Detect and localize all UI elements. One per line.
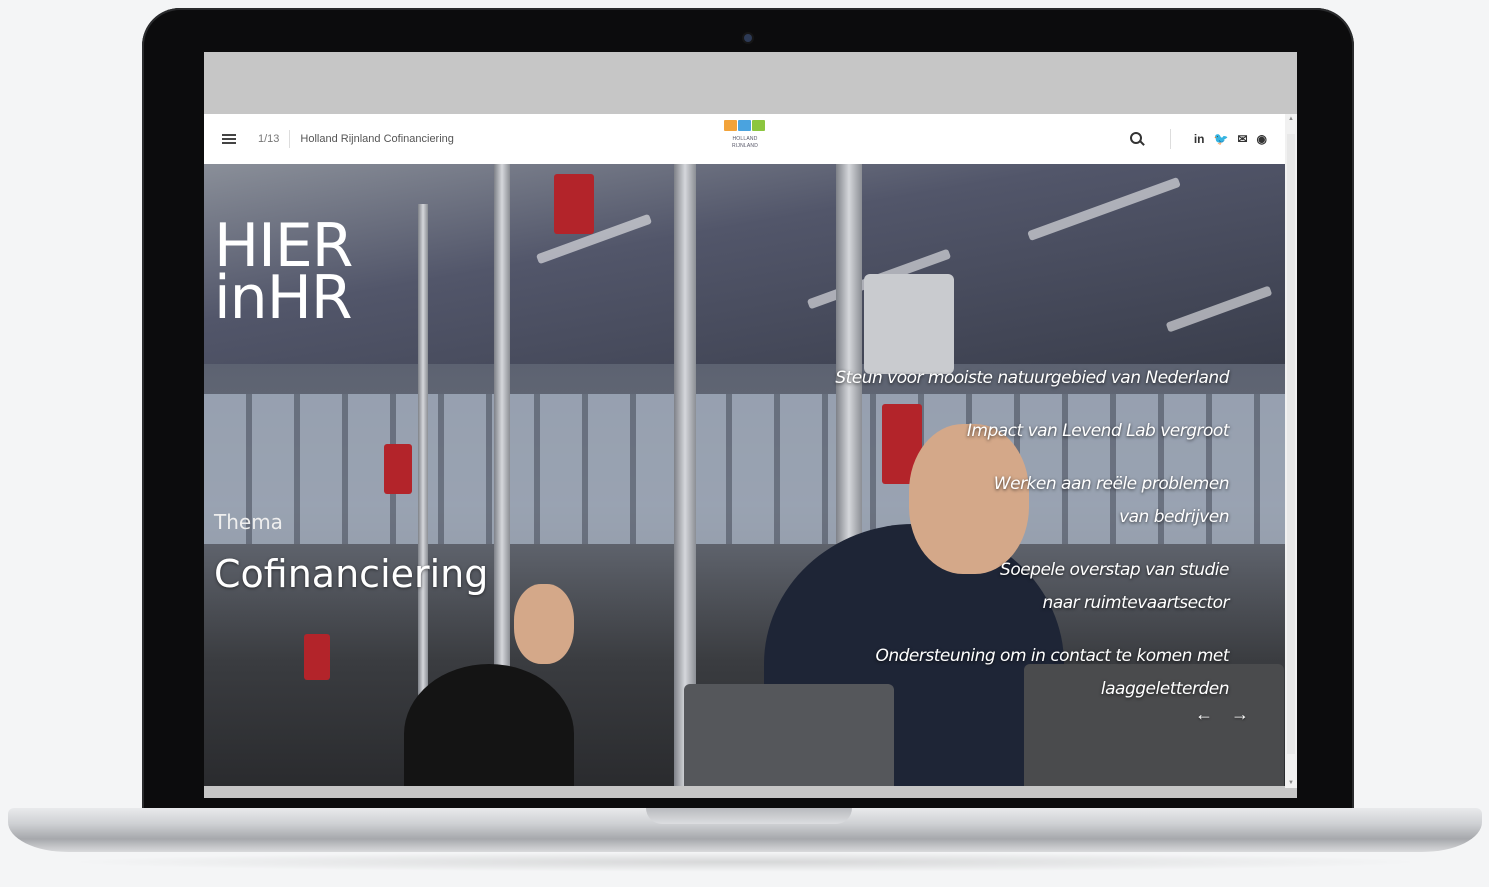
photo-red-part [384, 444, 412, 494]
article-line: Werken aan reële problemen [993, 474, 1230, 494]
photo-red-part [304, 634, 330, 680]
theme-name: Cofinanciering [214, 552, 489, 596]
arrow-right-icon[interactable]: → [1231, 704, 1249, 725]
laptop-hinge-notch [646, 808, 852, 824]
slider-nav: ← → [1177, 704, 1249, 725]
hero-banner: HIER inHR Thema Cofinanciering Steun voo… [204, 164, 1285, 786]
photo-worker-face [514, 584, 574, 664]
page-counter: 1/13 [258, 133, 280, 145]
twitter-icon[interactable]: 🐦 [1214, 132, 1229, 146]
scrollbar-thumb[interactable] [1287, 134, 1295, 754]
article-line: naar ruimtevaartsector [1042, 593, 1230, 613]
hero-photo-ceiling [204, 164, 1285, 364]
article-line: Steun voor mooiste natuurgebied van Nede… [835, 368, 1229, 388]
arrow-left-icon[interactable]: ← [1195, 704, 1213, 725]
article-line: Impact van Levend Lab vergroot [966, 421, 1230, 441]
article-list: Steun voor mooiste natuurgebied van Nede… [789, 362, 1229, 726]
article-link[interactable]: Soepele overstap van studie naar ruimtev… [789, 554, 1229, 620]
laptop-shadow [60, 852, 1430, 872]
scrollbar[interactable]: ▲ ▼ [1285, 114, 1297, 788]
article-link[interactable]: Ondersteuning om in contact te komen met… [789, 640, 1229, 706]
hamburger-menu-icon[interactable] [222, 134, 236, 144]
article-line: van bedrijven [1119, 507, 1229, 527]
header-actions: in 🐦 ✉ ◉ [1129, 114, 1267, 164]
scroll-down-icon[interactable]: ▼ [1288, 780, 1294, 786]
webcam [744, 34, 752, 42]
site-header: 1/13 Holland Rijnland Cofinanciering HOL… [204, 114, 1297, 165]
hero-title: HIER inHR [214, 216, 353, 333]
photo-robot-head [864, 274, 954, 374]
site-title[interactable]: Holland Rijnland Cofinanciering [300, 133, 453, 145]
logo-text-rijnland: RIJNLAND [731, 143, 759, 149]
linkedin-icon[interactable]: in [1194, 132, 1205, 146]
article-line: laaggeletterden [1100, 679, 1230, 699]
article-link[interactable]: Impact van Levend Lab vergroot [789, 415, 1230, 448]
globe-icon[interactable]: ◉ [1257, 132, 1267, 146]
mail-icon[interactable]: ✉ [1237, 132, 1247, 146]
theme-label: Thema [214, 510, 283, 534]
scroll-up-icon[interactable]: ▲ [1288, 116, 1294, 122]
header-divider [1169, 129, 1171, 149]
photo-worker-back [404, 664, 574, 786]
search-icon[interactable] [1129, 132, 1145, 146]
article-link[interactable]: Werken aan reële problemen van bedrijven [789, 468, 1230, 534]
hero-title-line2: inHR [214, 263, 353, 333]
holland-rijnland-logo[interactable]: HOLLAND RIJNLAND [722, 118, 768, 158]
article-line: Soepele overstap van studie [1000, 560, 1229, 580]
article-line: Ondersteuning om in contact te komen met [875, 646, 1229, 666]
browser-screen: 1/13 Holland Rijnland Cofinanciering HOL… [204, 52, 1297, 798]
article-link[interactable]: Steun voor mooiste natuurgebied van Nede… [789, 362, 1229, 395]
photo-red-part [554, 174, 594, 234]
logo-text-holland: HOLLAND [732, 136, 758, 142]
header-divider [289, 130, 291, 148]
